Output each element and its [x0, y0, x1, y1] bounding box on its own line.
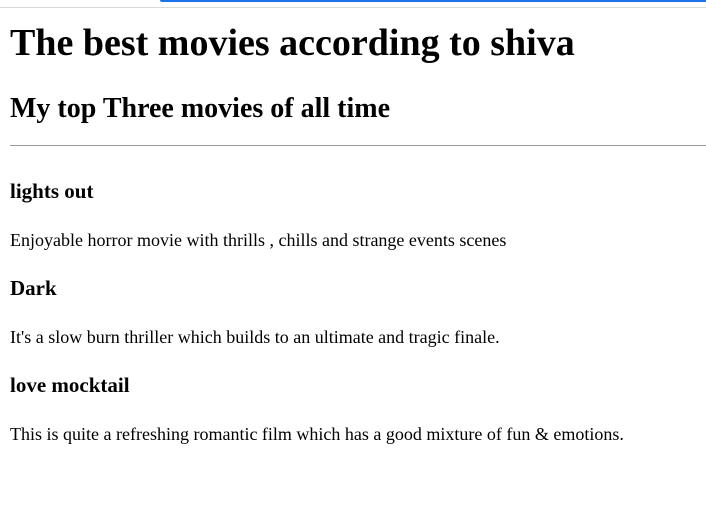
section-divider [10, 145, 706, 146]
movie-description-love-mocktail: This is quite a refreshing romantic film… [10, 424, 624, 444]
browser-tab-accent [160, 0, 706, 2]
page-title: The best movies according to shiva [10, 22, 575, 64]
page: The best movies according to shiva My to… [0, 0, 706, 518]
movie-title-lights-out: lights out [10, 179, 94, 203]
movie-description-dark: It's a slow burn thriller which builds t… [10, 327, 500, 347]
movie-title-love-mocktail: love mocktail [10, 373, 130, 397]
browser-top-border [0, 7, 706, 8]
movie-title-dark: Dark [10, 276, 57, 300]
page-subtitle: My top Three movies of all time [10, 93, 391, 124]
movie-description-lights-out: Enjoyable horror movie with thrills , ch… [10, 230, 507, 250]
